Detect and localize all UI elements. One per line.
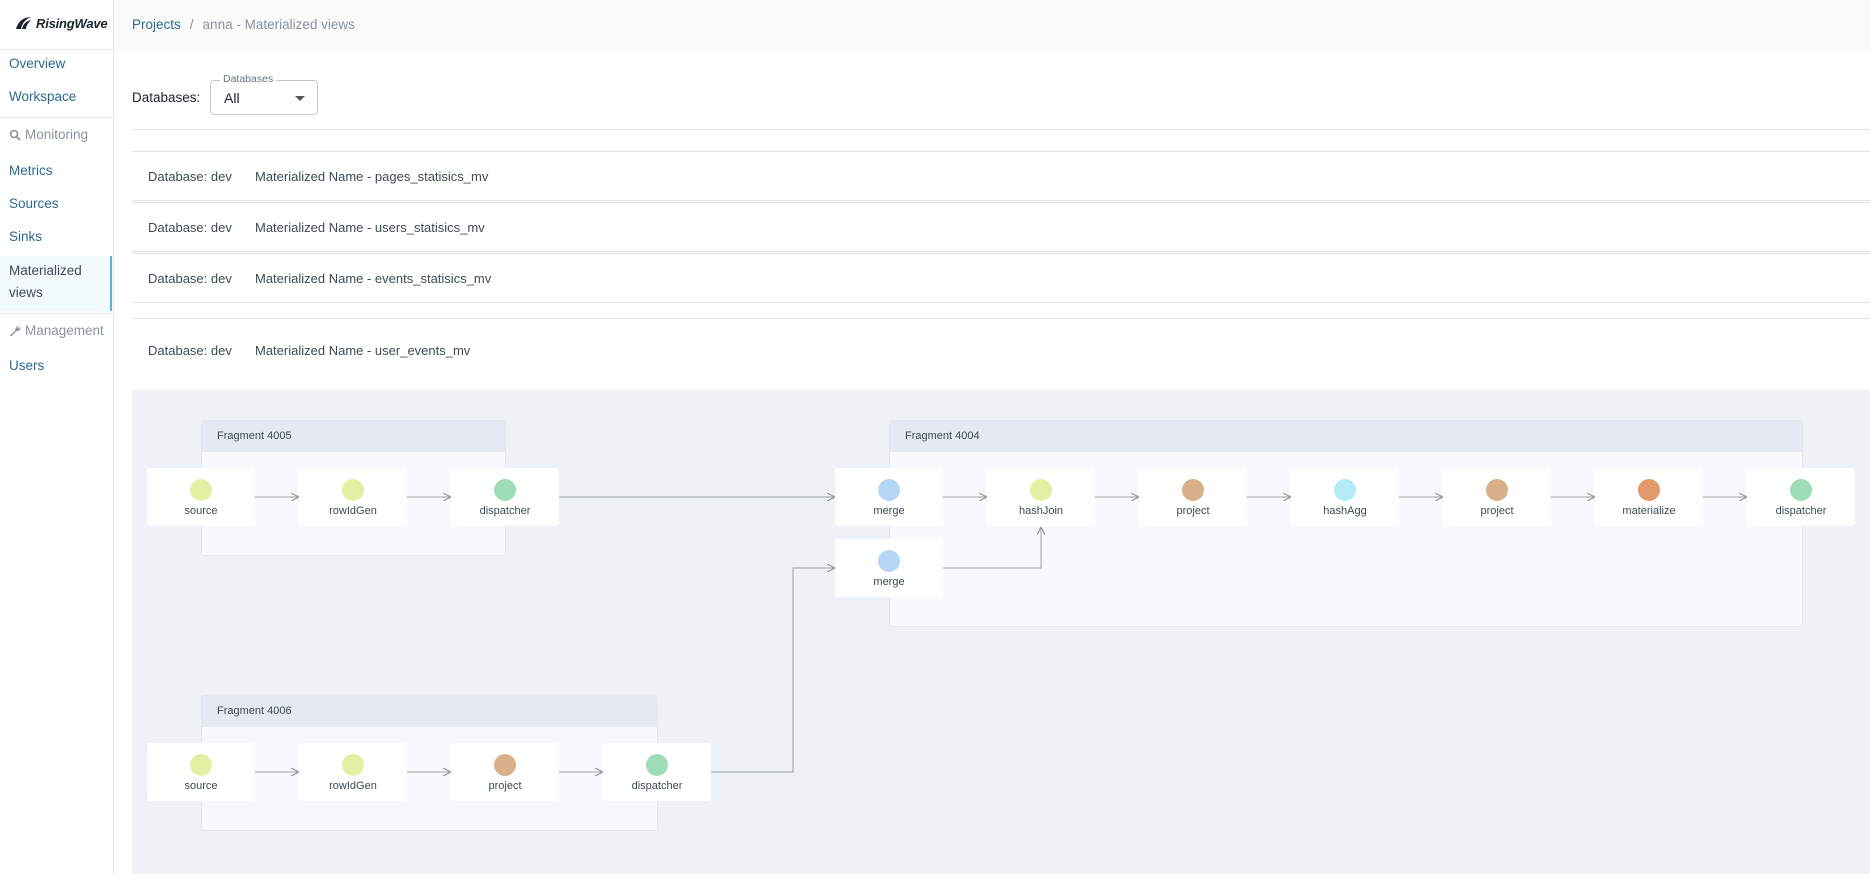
breadcrumb-separator: / xyxy=(189,17,194,32)
breadcrumb-projects-link[interactable]: Projects xyxy=(132,17,181,32)
node-status-icon xyxy=(1790,479,1812,501)
breadcrumb-current: anna - Materialized views xyxy=(202,17,355,32)
graph-node-source[interactable]: source xyxy=(147,468,255,526)
graph-node-label: rowIdGen xyxy=(329,780,377,792)
fragment-header: Fragment 4005 xyxy=(202,421,505,452)
graph-node-dispatcher[interactable]: dispatcher xyxy=(451,468,559,526)
sidebar-item-workspace[interactable]: Workspace xyxy=(9,86,76,108)
logo-text: RisingWave xyxy=(36,15,108,31)
node-status-icon xyxy=(1486,479,1508,501)
node-status-icon xyxy=(1334,479,1356,501)
sidebar-section-monitoring: Monitoring xyxy=(9,127,88,142)
node-status-icon xyxy=(1638,479,1660,501)
node-status-icon xyxy=(646,754,668,776)
sidebar-section-management: Management xyxy=(9,323,104,338)
mv-database: Database: dev xyxy=(148,271,232,286)
logo[interactable]: RisingWave xyxy=(14,15,108,31)
fragment-4006: Fragment 4006 xyxy=(201,695,658,831)
mv-database: Database: dev xyxy=(148,343,232,358)
graph-node-merge[interactable]: merge xyxy=(835,539,943,597)
graph-node-label: dispatcher xyxy=(479,505,531,517)
sidebar-item-materialized-views[interactable]: Materialized views xyxy=(0,256,112,311)
fragment-title: Fragment 4004 xyxy=(905,430,980,442)
node-status-icon xyxy=(190,754,212,776)
node-status-icon xyxy=(878,479,900,501)
graph-node-label: source xyxy=(184,780,218,792)
graph-node-hashjoin[interactable]: hashJoin xyxy=(987,468,1095,526)
sidebar-section-label: Monitoring xyxy=(25,127,89,142)
fragment-header: Fragment 4006 xyxy=(202,696,657,727)
wrench-icon xyxy=(10,325,21,336)
graph-node-label: rowIdGen xyxy=(329,505,377,517)
mv-row[interactable]: Database: dev Materialized Name - users_… xyxy=(132,202,1870,252)
graph-node-label: hashAgg xyxy=(1323,505,1367,517)
node-status-icon xyxy=(342,754,364,776)
graph-node-rowidgen[interactable]: rowIdGen xyxy=(299,468,407,526)
fragment-title: Fragment 4005 xyxy=(217,430,292,442)
sidebar-item-sources[interactable]: Sources xyxy=(9,193,59,215)
sidebar-divider xyxy=(0,117,113,118)
graph-node-label: merge xyxy=(873,576,905,588)
graph-node-project[interactable]: project xyxy=(1443,468,1551,526)
graph-node-label: dispatcher xyxy=(631,780,683,792)
mv-name: Materialized Name - user_events_mv xyxy=(255,343,471,358)
graph-node-project[interactable]: project xyxy=(451,743,559,801)
graph-node-label: project xyxy=(1480,505,1514,517)
sidebar-item-label: Materialized views xyxy=(9,263,82,300)
graph-node-label: source xyxy=(184,505,218,517)
graph-node-label: hashJoin xyxy=(1018,505,1064,517)
node-status-icon xyxy=(494,754,516,776)
breadcrumb: Projects / anna - Materialized views xyxy=(132,17,355,32)
sidebar: RisingWave Overview Workspace Monitoring… xyxy=(0,0,114,874)
graph-node-label: project xyxy=(1176,505,1210,517)
node-status-icon xyxy=(878,550,900,572)
node-status-icon xyxy=(494,479,516,501)
graph-node-label: materialize xyxy=(1622,505,1676,517)
sidebar-section-label: Management xyxy=(25,323,104,338)
graph-node-merge[interactable]: merge xyxy=(835,468,943,526)
sidebar-divider xyxy=(0,313,113,314)
page-header xyxy=(114,0,1870,50)
mv-name: Materialized Name - users_statisics_mv xyxy=(255,220,485,235)
mv-row[interactable]: Database: dev Materialized Name - events… xyxy=(132,253,1870,303)
node-status-icon xyxy=(1030,479,1052,501)
magnifier-icon xyxy=(9,129,21,141)
graph-node-label: merge xyxy=(873,505,905,517)
mv-database: Database: dev xyxy=(148,220,232,235)
mv-name: Materialized Name - events_statisics_mv xyxy=(255,271,492,286)
graph-node-dispatcher[interactable]: dispatcher xyxy=(1747,468,1855,526)
databases-filter-label: Databases: xyxy=(132,90,201,105)
graph-node-source[interactable]: source xyxy=(147,743,255,801)
mv-name: Materialized Name - pages_statisics_mv xyxy=(255,169,489,184)
graph-node-materialize[interactable]: materialize xyxy=(1595,468,1703,526)
fragment-header: Fragment 4004 xyxy=(890,421,1802,452)
graph-node-dispatcher[interactable]: dispatcher xyxy=(603,743,711,801)
caret-down-icon xyxy=(295,96,305,101)
divider xyxy=(132,129,1870,130)
node-status-icon xyxy=(342,479,364,501)
node-status-icon xyxy=(1182,479,1204,501)
mv-database: Database: dev xyxy=(148,169,232,184)
graph-node-label: dispatcher xyxy=(1775,505,1827,517)
mv-row[interactable]: Database: dev Materialized Name - pages_… xyxy=(132,151,1870,201)
sidebar-item-users[interactable]: Users xyxy=(9,355,44,377)
sidebar-item-metrics[interactable]: Metrics xyxy=(9,160,53,182)
risingwave-logo-icon xyxy=(16,17,31,29)
mv-row-expanded[interactable]: Database: dev Materialized Name - user_e… xyxy=(132,318,1870,390)
graph-node-project[interactable]: project xyxy=(1139,468,1247,526)
databases-select-value: All xyxy=(224,90,240,106)
fragment-title: Fragment 4006 xyxy=(217,705,292,717)
graph-node-hashagg[interactable]: hashAgg xyxy=(1291,468,1399,526)
databases-select[interactable]: Databases All xyxy=(210,73,318,115)
databases-select-legend: Databases xyxy=(220,73,277,85)
node-status-icon xyxy=(190,479,212,501)
graph-node-label: project xyxy=(488,780,522,792)
sidebar-item-overview[interactable]: Overview xyxy=(9,53,65,75)
sidebar-item-sinks[interactable]: Sinks xyxy=(9,226,42,248)
sidebar-divider xyxy=(0,49,113,50)
graph-node-rowidgen[interactable]: rowIdGen xyxy=(299,743,407,801)
